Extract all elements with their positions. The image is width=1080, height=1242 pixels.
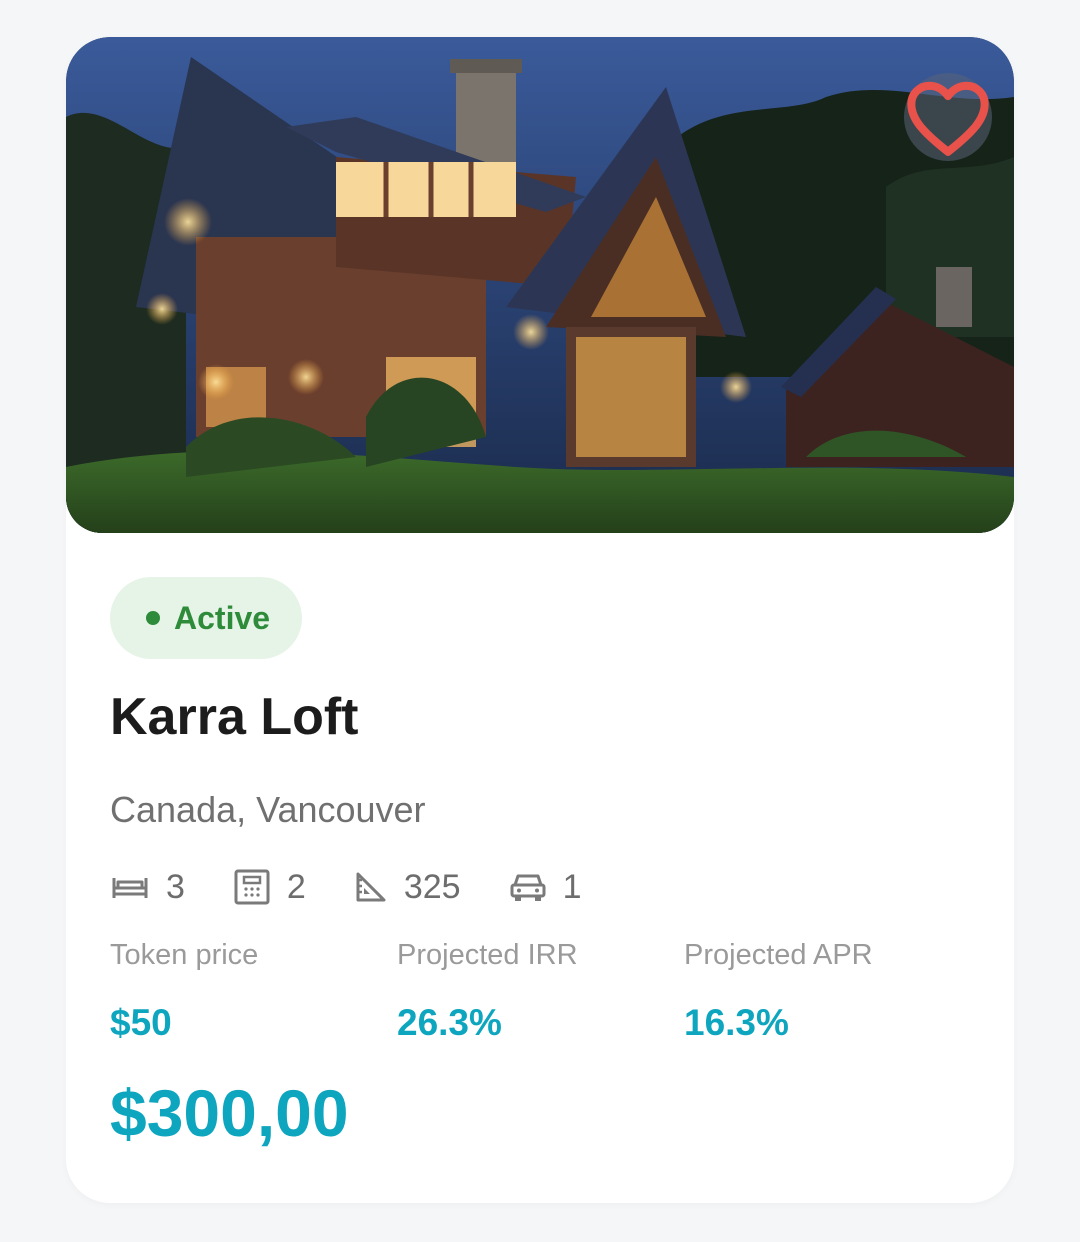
property-card[interactable]: Active Karra Loft Canada, Vancouver 3 2 (66, 37, 1014, 1203)
property-location: Canada, Vancouver (110, 789, 426, 830)
feature-bathrooms: 2 (233, 868, 306, 907)
stat-token-price: Token price $50 (110, 939, 258, 1044)
property-price: $300,00 (110, 1076, 349, 1150)
stat-value: 26.3% (397, 1002, 502, 1043)
stat-label: Token price (110, 939, 259, 971)
heart-outline-icon (907, 81, 989, 156)
property-photo (66, 37, 1014, 533)
bed-icon (112, 878, 148, 898)
status-badge: Active (110, 577, 303, 659)
feature-bedrooms: 3 (110, 868, 185, 907)
feature-area: 325 (354, 868, 461, 907)
stat-value: 16.3% (684, 1002, 789, 1043)
parking-count: 1 (562, 867, 582, 906)
stat-projected-apr: Projected APR 16.3% (684, 939, 873, 1044)
stat-value: $50 (110, 1002, 172, 1043)
car-icon (510, 874, 546, 901)
feature-parking: 1 (509, 868, 582, 907)
status-label: Active (174, 599, 271, 636)
status-dot-icon (146, 611, 160, 625)
stat-label: Projected APR (684, 939, 873, 971)
area-value: 325 (403, 867, 461, 906)
property-features: 3 2 325 1 (110, 867, 630, 907)
set-square-icon (356, 872, 386, 902)
stat-projected-irr: Projected IRR 26.3% (397, 939, 578, 1044)
bath-icon (234, 869, 270, 905)
stat-label: Projected IRR (397, 939, 578, 971)
bathrooms-count: 2 (286, 867, 306, 906)
favorite-button[interactable] (904, 73, 992, 161)
bedrooms-count: 3 (166, 867, 185, 906)
property-name: Karra Loft (110, 688, 359, 746)
